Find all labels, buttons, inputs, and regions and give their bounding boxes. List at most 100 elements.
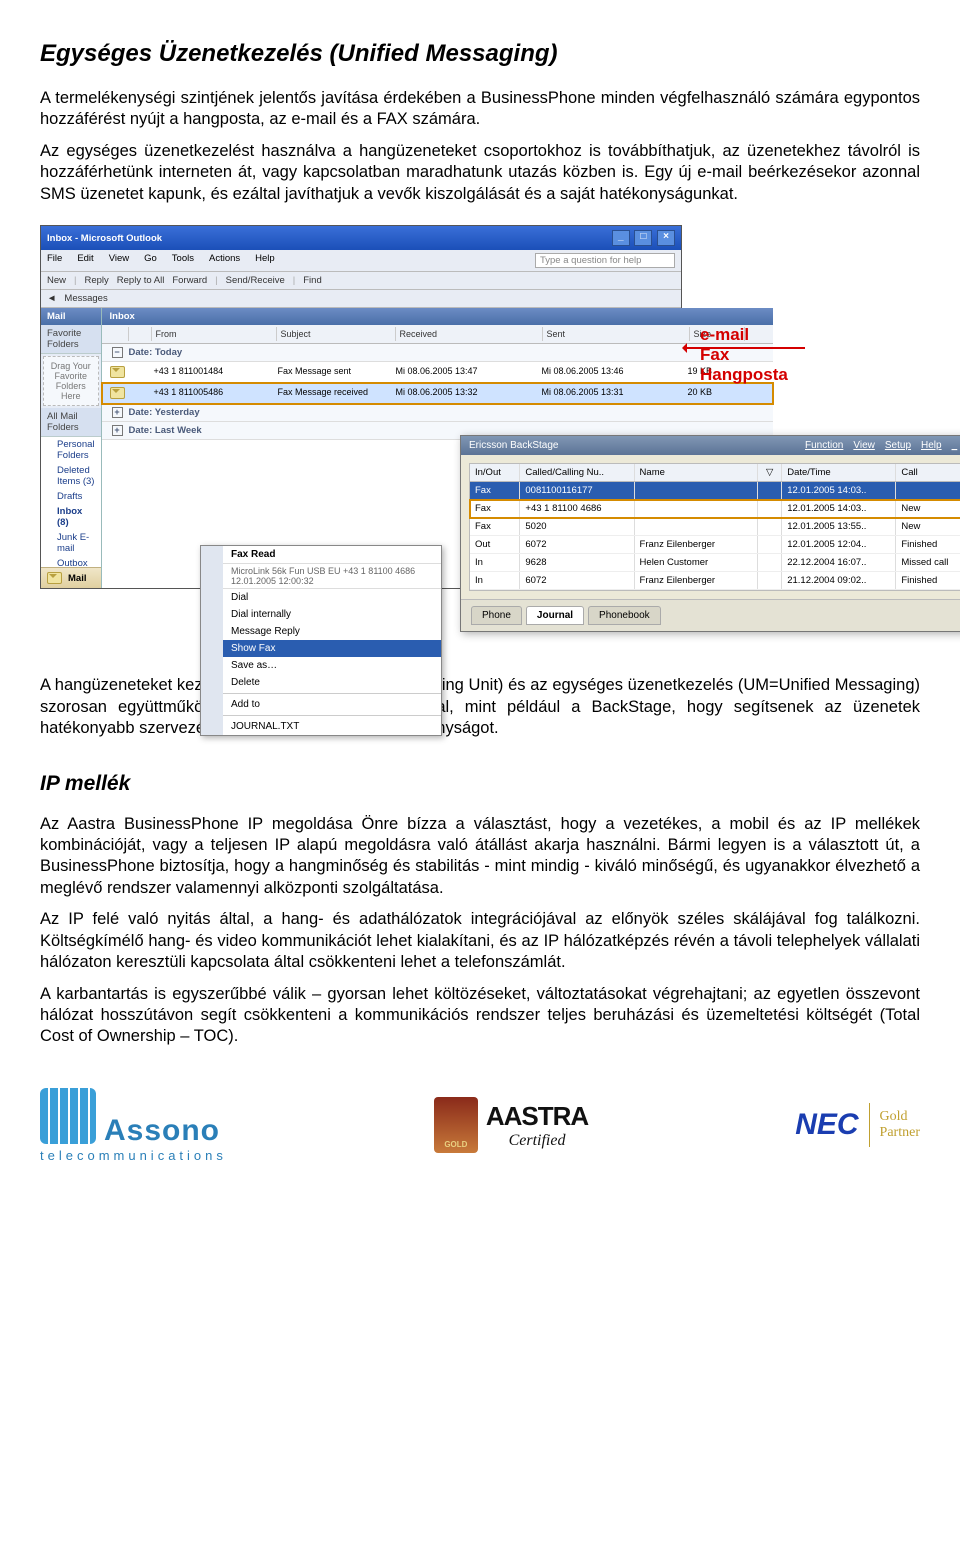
ctx-add-to[interactable]: Add to [223, 696, 441, 713]
group-today[interactable]: − Date: Today [102, 344, 773, 362]
tree-junk[interactable]: Junk E-mail [41, 530, 101, 556]
bs-col-call[interactable]: Call [896, 464, 960, 481]
col-attach[interactable] [129, 327, 152, 341]
minimize-icon[interactable]: _ [612, 230, 630, 246]
tree-drafts[interactable]: Drafts [41, 489, 101, 504]
menu-edit[interactable]: Edit [77, 253, 93, 268]
tree-personal-folders[interactable]: Personal Folders [41, 437, 101, 463]
logo-nec: NEC Gold Partner [795, 1103, 920, 1147]
mail-icon [110, 366, 125, 378]
aastra-gold-badge-icon [434, 1097, 478, 1153]
ctx-save-as[interactable]: Save as… [223, 657, 441, 674]
bs-row[interactable]: Fax 5020 12.01.2005 13:55.. New [470, 518, 960, 536]
menu-file[interactable]: File [47, 253, 62, 268]
outlook-titlebar: Inbox - Microsoft Outlook _ □ × [41, 226, 681, 250]
menu-tools[interactable]: Tools [172, 253, 194, 268]
bs-column-headers: In/Out Called/Calling Nu.. Name ▽ Date/T… [470, 464, 960, 482]
btn-send-receive[interactable]: Send/Receive [226, 275, 285, 286]
assono-graphic-icon [40, 1088, 96, 1144]
message-row[interactable]: +43 1 811001484 Fax Message sent Mi 08.0… [102, 362, 773, 383]
help-search-input[interactable]: Type a question for help [535, 253, 675, 268]
tree-inbox[interactable]: Inbox (8) [41, 504, 101, 530]
ctx-reply[interactable]: Message Reply [223, 623, 441, 640]
aastra-brand: AASTRA [486, 1101, 588, 1132]
tree-deleted[interactable]: Deleted Items (3) [41, 463, 101, 489]
mail-icon [47, 572, 62, 584]
bs-row[interactable]: In 6072 Franz Eilenberger 21.12.2004 09:… [470, 572, 960, 590]
paragraph-5: Az IP felé való nyitás által, a hang- és… [40, 909, 920, 973]
paragraph-1: A termelékenységi szintjének jelentős ja… [40, 88, 920, 131]
heading-ip-mellek: IP mellék [40, 772, 920, 796]
bs-minimize-icon[interactable]: _ [952, 440, 958, 451]
btn-forward[interactable]: Forward [172, 275, 207, 286]
tab-phone[interactable]: Phone [471, 606, 522, 625]
collapse-icon[interactable]: − [112, 347, 123, 358]
logo-aastra: AASTRA Certified [434, 1097, 588, 1153]
bs-menu-help[interactable]: Help [921, 440, 942, 451]
ctx-delete[interactable]: Delete [223, 674, 441, 691]
inbox-header: Inbox [102, 308, 773, 325]
menu-help[interactable]: Help [255, 253, 275, 268]
nec-brand: NEC [795, 1108, 858, 1142]
divider [869, 1103, 870, 1147]
menu-view[interactable]: View [109, 253, 129, 268]
folder-tree: Personal Folders Deleted Items (3) Draft… [41, 437, 101, 567]
tab-phonebook[interactable]: Phonebook [588, 606, 661, 625]
expand-icon[interactable]: + [112, 407, 123, 418]
bs-row[interactable]: In 9628 Helen Customer 22.12.2004 16:07.… [470, 554, 960, 572]
bs-row[interactable]: Out 6072 Franz Eilenberger 12.01.2005 12… [470, 536, 960, 554]
group-yesterday[interactable]: + Date: Yesterday [102, 404, 773, 422]
close-icon[interactable]: × [657, 230, 675, 246]
paragraph-4: Az Aastra BusinessPhone IP megoldása Önr… [40, 814, 920, 900]
outlook-sidebar: Mail Favorite Folders Drag Your Favorite… [41, 308, 102, 588]
btn-reply[interactable]: Reply [84, 275, 108, 286]
window-controls: _ □ × [610, 230, 675, 246]
outlook-toolbar-2: ◄ Messages [41, 290, 681, 308]
ctx-show-fax[interactable]: Show Fax [223, 640, 441, 657]
nec-gold-partner: Gold Partner [880, 1109, 920, 1143]
tab-journal[interactable]: Journal [526, 606, 584, 625]
btn-find[interactable]: Find [303, 275, 321, 286]
sidebar-bottom-mail[interactable]: Mail [41, 567, 101, 588]
back-icon[interactable]: ◄ [47, 293, 56, 304]
col-from[interactable]: From [152, 327, 277, 341]
heading-unified-messaging: Egységes Üzenetkezelés (Unified Messagin… [40, 40, 920, 68]
col-flag[interactable] [106, 327, 129, 341]
bs-menu-setup[interactable]: Setup [885, 440, 911, 451]
annot-fax: Fax [700, 345, 788, 365]
btn-reply-all[interactable]: Reply to All [117, 275, 165, 286]
footer-logos: Assono telecommunications AASTRA Certifi… [40, 1088, 920, 1163]
ctx-icon-strip [201, 546, 223, 735]
ctx-info: MicroLink 56k Fun USB EU +43 1 81100 468… [223, 564, 441, 589]
col-received[interactable]: Received [396, 327, 543, 341]
ctx-journal[interactable]: JOURNAL.TXT [223, 718, 441, 735]
sidebar-all-header: All Mail Folders [41, 408, 101, 437]
bs-row-selected[interactable]: Fax 0081100116177 12.01.2005 14:03.. [470, 482, 960, 500]
column-headers: From Subject Received Sent Size [102, 325, 773, 344]
annot-email: e-mail [700, 325, 788, 345]
col-subject[interactable]: Subject [277, 327, 396, 341]
outlook-menubar: File Edit View Go Tools Actions Help Typ… [41, 250, 681, 272]
bs-menu-function[interactable]: Function [805, 440, 843, 451]
ctx-dial-internal[interactable]: Dial internally [223, 606, 441, 623]
paragraph-2: Az egységes üzenetkezelést használva a h… [40, 141, 920, 205]
expand-icon[interactable]: + [112, 425, 123, 436]
menu-actions[interactable]: Actions [209, 253, 240, 268]
menu-go[interactable]: Go [144, 253, 157, 268]
composite-screenshot: Inbox - Microsoft Outlook _ □ × File Edi… [40, 225, 920, 655]
tree-outbox[interactable]: Outbox [41, 556, 101, 567]
bs-col-number[interactable]: Called/Calling Nu.. [520, 464, 634, 481]
bs-row-highlighted[interactable]: Fax +43 1 81100 4686 12.01.2005 14:03.. … [470, 500, 960, 518]
bs-col-inout[interactable]: In/Out [470, 464, 520, 481]
bs-col-datetime[interactable]: Date/Time [782, 464, 896, 481]
btn-new[interactable]: New [47, 275, 66, 286]
ctx-dial[interactable]: Dial [223, 589, 441, 606]
bs-menu-view[interactable]: View [853, 440, 875, 451]
view-messages[interactable]: Messages [64, 293, 107, 304]
bs-col-sort[interactable]: ▽ [758, 464, 782, 481]
backstage-grid: In/Out Called/Calling Nu.. Name ▽ Date/T… [469, 463, 960, 591]
col-sent[interactable]: Sent [543, 327, 690, 341]
bs-col-name[interactable]: Name [635, 464, 759, 481]
message-row-selected[interactable]: +43 1 811005486 Fax Message received Mi … [102, 383, 773, 404]
maximize-icon[interactable]: □ [634, 230, 652, 246]
